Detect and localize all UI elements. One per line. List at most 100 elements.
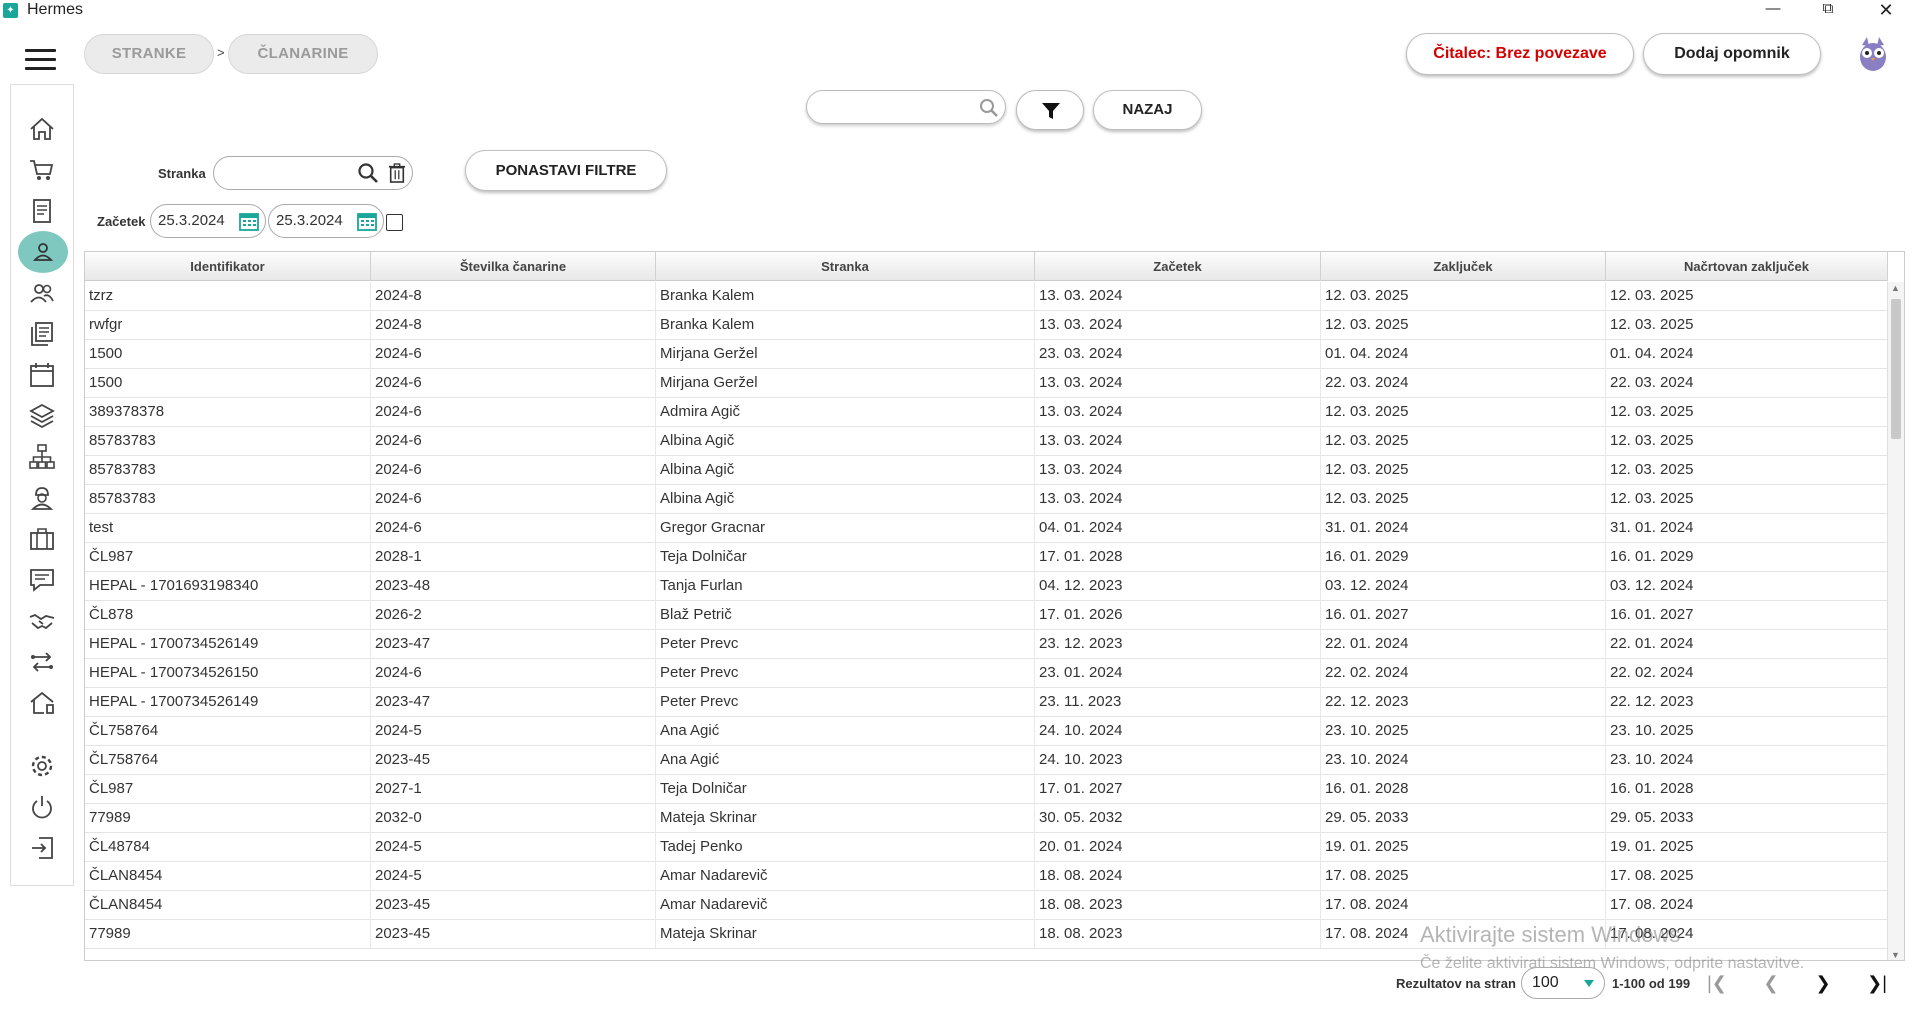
per-page-select[interactable]: 100	[1521, 967, 1605, 999]
table-row[interactable]: ČLAN8454 2024-5 Amar Nadarevič 18. 08. 2024…	[85, 862, 1888, 891]
table-row[interactable]: 85783783 2024-6 Albina Agič 13. 03. 2024 12.…	[85, 427, 1888, 456]
prev-page-button[interactable]: ❮	[1756, 968, 1786, 998]
table-cell: Ana Agić	[656, 746, 1035, 775]
minimize-button[interactable]: —	[1750, 0, 1796, 20]
column-header[interactable]: Identifikator	[85, 252, 371, 281]
table-row[interactable]: 85783783 2024-6 Albina Agič 13. 03. 2024 12.…	[85, 456, 1888, 485]
column-header[interactable]: Začetek	[1035, 252, 1321, 281]
table-cell: ČLAN8454	[85, 862, 371, 891]
table-cell: 17. 08. 2024	[1321, 891, 1606, 920]
table-cell: 23. 10. 2024	[1606, 746, 1888, 775]
table-cell: 2024-8	[371, 282, 656, 311]
table-cell: 2024-6	[371, 485, 656, 514]
close-button[interactable]: ✕	[1863, 0, 1909, 20]
maximize-button[interactable]: ⧉	[1805, 0, 1851, 20]
column-header[interactable]: Stranka	[656, 252, 1035, 281]
vertical-scrollbar[interactable]: ▲ ▼	[1887, 282, 1904, 960]
table-row[interactable]: HEPAL - 1700734526150 2024-6 Peter Prevc 23…	[85, 659, 1888, 688]
table-cell: 22. 12. 2023	[1321, 688, 1606, 717]
scrollbar-thumb[interactable]	[1891, 299, 1901, 439]
user-icon[interactable]	[18, 231, 68, 273]
chat-icon[interactable]	[24, 562, 60, 598]
per-page-label: Rezultatov na stran	[1396, 976, 1516, 991]
table-cell: Mirjana Geržel	[656, 340, 1035, 369]
first-page-button[interactable]: |❮	[1702, 968, 1732, 998]
breadcrumb-stranke[interactable]: STRANKE	[84, 34, 214, 74]
next-page-button[interactable]: ❯	[1808, 968, 1838, 998]
home-icon[interactable]	[24, 111, 60, 147]
table-cell: 12. 03. 2025	[1321, 456, 1606, 485]
column-header[interactable]: Številka čanarine	[371, 252, 656, 281]
table-row[interactable]: HEPAL - 1700734526149 2023-47 Peter Prevc 2…	[85, 630, 1888, 659]
last-page-button[interactable]: ❯|	[1862, 968, 1892, 998]
calendar-icon[interactable]	[239, 211, 259, 231]
table-row[interactable]: 85783783 2024-6 Albina Agič 13. 03. 2024 12.…	[85, 485, 1888, 514]
network-icon[interactable]	[24, 439, 60, 475]
trash-icon[interactable]	[388, 162, 406, 184]
table-cell: 2024-6	[371, 456, 656, 485]
table-row[interactable]: ČL758764 2024-5 Ana Agić 24. 10. 2024 23. 10…	[85, 717, 1888, 746]
table-cell: 03. 12. 2024	[1321, 572, 1606, 601]
table-cell: 19. 01. 2025	[1321, 833, 1606, 862]
column-header[interactable]: Zaključek	[1321, 252, 1606, 281]
handshake-icon[interactable]	[24, 603, 60, 639]
scroll-up-icon[interactable]: ▲	[1891, 283, 1900, 293]
table-row[interactable]: 77989 2032-0 Mateja Skrinar 30. 05. 2032 29.…	[85, 804, 1888, 833]
reader-status-button[interactable]: Čitalec: Brez povezave	[1406, 33, 1634, 75]
table-row[interactable]: ČLAN8454 2023-45 Amar Nadarevič 18. 08. 202…	[85, 891, 1888, 920]
table-row[interactable]: ČL987 2028-1 Teja Dolničar 17. 01. 2028 16. …	[85, 543, 1888, 572]
add-reminder-button[interactable]: Dodaj opomnik	[1643, 33, 1821, 75]
search-icon[interactable]	[979, 98, 999, 118]
avatar[interactable]	[1854, 33, 1892, 73]
table-row[interactable]: ČL758764 2023-45 Ana Agić 24. 10. 2023 23. 1…	[85, 746, 1888, 775]
cart-icon[interactable]	[24, 152, 60, 188]
document-icon[interactable]	[24, 193, 60, 229]
scroll-down-icon[interactable]: ▼	[1891, 950, 1900, 960]
layers-icon[interactable]	[24, 398, 60, 434]
table-row[interactable]: tzrz 2024-8 Branka Kalem 13. 03. 2024 12. 03…	[85, 282, 1888, 311]
search-input[interactable]	[806, 90, 1006, 124]
documents-icon[interactable]	[24, 316, 60, 352]
reset-filters-button[interactable]: PONASTAVI FILTRE	[465, 150, 667, 191]
table-row[interactable]: rwfgr 2024-8 Branka Kalem 13. 03. 2024 12. 0…	[85, 311, 1888, 340]
column-header[interactable]: Načrtovan zaključek	[1606, 252, 1888, 281]
menu-icon[interactable]	[25, 49, 56, 71]
date-to-field[interactable]: 25.3.2024	[268, 204, 384, 238]
table-row[interactable]: ČL48784 2024-5 Tadej Penko 20. 01. 2024 19. …	[85, 833, 1888, 862]
table-cell: ČLAN8454	[85, 891, 371, 920]
logout-icon[interactable]	[24, 830, 60, 866]
table-row[interactable]: test 2024-6 Gregor Gracnar 04. 01. 2024 31. …	[85, 514, 1888, 543]
worker-icon[interactable]	[24, 480, 60, 516]
stranka-field[interactable]	[213, 156, 413, 190]
briefcase-icon[interactable]	[24, 521, 60, 557]
table-row[interactable]: HEPAL - 1700734526149 2023-47 Peter Prevc 2…	[85, 688, 1888, 717]
table-cell: Mirjana Geržel	[656, 369, 1035, 398]
table-row[interactable]: 1500 2024-6 Mirjana Geržel 13. 03. 2024 22. …	[85, 369, 1888, 398]
date-from-field[interactable]: 25.3.2024	[150, 204, 266, 238]
calendar-icon[interactable]	[24, 357, 60, 393]
search-icon[interactable]	[357, 162, 379, 184]
breadcrumb-clanarine[interactable]: ČLANARINE	[228, 34, 378, 74]
power-icon[interactable]	[24, 789, 60, 825]
table-cell: 2028-1	[371, 543, 656, 572]
table-row[interactable]: ČL987 2027-1 Teja Dolničar 17. 01. 2027 16. …	[85, 775, 1888, 804]
transfer-icon[interactable]	[24, 644, 60, 680]
table-row[interactable]: 389378378 2024-6 Admira Agič 13. 03. 2024 12…	[85, 398, 1888, 427]
date-filter-checkbox[interactable]	[386, 214, 403, 231]
table-row[interactable]: ČL878 2026-2 Blaž Petrič 17. 01. 2026 16. 01…	[85, 601, 1888, 630]
table-row[interactable]: HEPAL - 1701693198340 2023-48 Tanja Furlan…	[85, 572, 1888, 601]
table-cell: 2023-45	[371, 891, 656, 920]
table-cell: 13. 03. 2024	[1035, 369, 1321, 398]
back-button[interactable]: NAZAJ	[1093, 90, 1202, 130]
gear-icon[interactable]	[24, 748, 60, 784]
table-row[interactable]: 1500 2024-6 Mirjana Geržel 23. 03. 2024 01. …	[85, 340, 1888, 369]
table-cell: 17. 01. 2027	[1035, 775, 1321, 804]
table-header: Identifikator Številka čanarine Stranka …	[85, 252, 1888, 281]
table-cell: 23. 12. 2023	[1035, 630, 1321, 659]
calendar-icon[interactable]	[357, 211, 377, 231]
house-icon[interactable]	[24, 685, 60, 721]
users-icon[interactable]	[24, 275, 60, 311]
filter-button[interactable]	[1016, 90, 1084, 130]
table-cell: 20. 01. 2024	[1035, 833, 1321, 862]
table-cell: 17. 08. 2025	[1321, 862, 1606, 891]
